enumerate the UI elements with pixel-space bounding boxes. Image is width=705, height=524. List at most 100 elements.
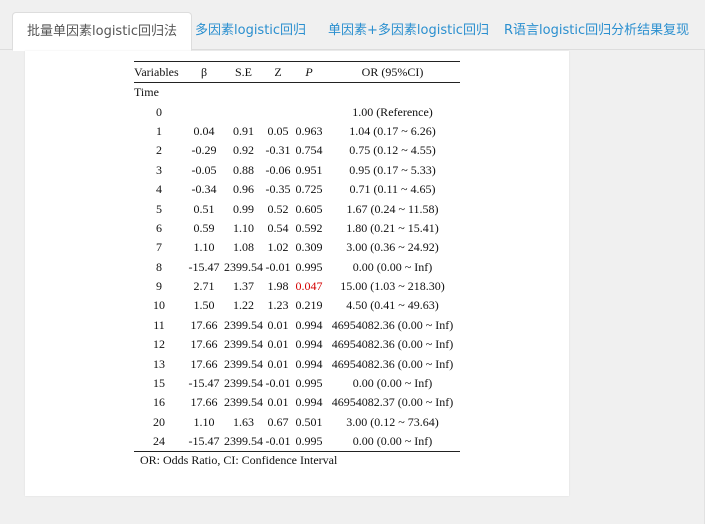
cell-se: 1.22 [233,298,254,313]
header-se: S.E [224,61,263,83]
cell-or-ci: 3.00 (0.12 ~ 73.64) [346,414,439,429]
tab-multivariate-logistic[interactable]: 多因素logistic回归 [181,12,320,50]
tab-univariate-plus-multivariate-logistic[interactable]: 单因素+多因素logistic回归 [314,12,503,50]
header-variables: Variables [134,61,184,83]
cell-level: 4 [156,182,162,197]
cell-z: 1.02 [267,240,289,255]
table-row: 9 2.71 1.37 1.98 0.047 15.00 (1.03 ~ 218.30) [134,277,460,296]
cell-se: 2399.54 [224,356,263,371]
cell-se: 2399.54 [224,432,263,453]
cell-level: 2 [156,143,162,158]
cell-z [263,102,293,121]
table-body: Time 0 1.00 (Reference) 1 0.04 0.91 0.05 0.963… [134,83,460,453]
cell-level: 1 [156,123,162,138]
cell-beta: 17.66 [190,356,218,371]
cell-or-ci: 0.00 (0.00 ~ Inf) [352,259,433,274]
table-footnote: OR: Odds Ratio, CI: Confidence Interval [140,453,338,467]
group-row: Time [134,83,460,103]
cell-beta: 1.50 [193,298,215,313]
table-row: 6 0.59 1.10 0.54 0.592 1.80 (0.21 ~ 15.41) [134,219,460,238]
cell-level: 6 [156,220,162,235]
cell-level: 24 [134,432,184,453]
cell-level: 15 [153,376,165,391]
cell-p: 0.501 [295,414,323,429]
cell-p: 0.963 [295,123,323,138]
cell-z: 0.54 [267,220,289,235]
cell-p: 0.047 [295,279,323,294]
table-row: 2 -0.29 0.92 -0.31 0.754 0.75 (0.12 ~ 4.55) [134,141,460,160]
cell-level: 16 [153,395,165,410]
header-z: Z [263,61,293,83]
cell-z: 0.01 [267,356,289,371]
cell-beta: 1.10 [193,240,215,255]
cell-beta: -0.05 [191,162,217,177]
cell-z: -0.31 [265,143,291,158]
cell-level: 9 [156,279,162,294]
cell-se: 2399.54 [224,317,263,332]
cell-level: 12 [153,337,165,352]
cell-p [293,102,325,121]
cell-beta: 2.71 [193,279,215,294]
header-or-ci: OR (95%CI) [325,61,460,83]
cell-z: 0.52 [267,201,289,216]
cell-p: 0.754 [295,143,323,158]
cell-se: 2399.54 [224,395,263,410]
cell-level: 0 [156,104,162,119]
cell-p: 0.605 [295,201,323,216]
cell-beta: 0.59 [193,220,215,235]
cell-or-ci: 15.00 (1.03 ~ 218.30) [340,279,445,294]
table-row: 15 -15.47 2399.54 -0.01 0.995 0.00 (0.00 ~ In… [134,374,460,393]
tab-batch-univariate-logistic[interactable]: 批量单因素logistic回归法 [12,12,193,51]
cell-z: -0.35 [265,182,291,197]
table-row: 5 0.51 0.99 0.52 0.605 1.67 (0.24 ~ 11.58) [134,199,460,218]
tab-r-logistic-reproduction[interactable]: R语言logistic回归分析结果复现 [490,12,703,50]
cell-beta: -15.47 [184,432,224,453]
cell-or-ci: 46954082.37 (0.00 ~ Inf) [331,395,454,410]
cell-level: 8 [156,259,162,274]
cell-or-ci: 0.71 (0.11 ~ 4.65) [349,182,436,197]
cell-level: 10 [153,298,165,313]
header-beta: β [184,61,224,83]
cell-level: 3 [156,162,162,177]
table-row: 11 17.66 2399.54 0.01 0.994 46954082.36 (0.00… [134,316,460,335]
cell-z: 0.01 [267,317,289,332]
cell-level: 11 [153,317,165,332]
cell-se: 0.92 [233,143,254,158]
table-row: 16 17.66 2399.54 0.01 0.994 46954082.37 (0.00… [134,393,460,412]
cell-beta [184,102,224,121]
cell-or-ci: 1.80 (0.21 ~ 15.41) [346,220,439,235]
cell-level: 7 [156,240,162,255]
cell-beta: 17.66 [190,317,218,332]
cell-z: 0.01 [267,395,289,410]
table-row: 10 1.50 1.22 1.23 0.219 4.50 (0.41 ~ 49.63) [134,296,460,315]
table-row: 12 17.66 2399.54 0.01 0.994 46954082.36 (0.00… [134,335,460,354]
cell-level: 20 [153,414,165,429]
cell-p: 0.994 [295,356,323,371]
cell-se: 0.96 [233,182,254,197]
cell-se: 1.08 [233,240,254,255]
cell-p: 0.592 [295,220,323,235]
table-row: 8 -15.47 2399.54 -0.01 0.995 0.00 (0.00 ~ Inf… [134,258,460,277]
cell-p: 0.951 [295,162,323,177]
cell-se: 2399.54 [224,337,263,352]
cell-se: 0.91 [233,123,254,138]
cell-z: -0.01 [263,432,293,453]
cell-p: 0.995 [293,432,325,453]
regression-table: Variables β S.E Z P OR (95%CI) Time 0 1.0… [134,61,460,453]
cell-beta: 1.10 [193,414,215,429]
cell-z: 1.23 [267,298,289,313]
group-label: Time [134,85,159,100]
cell-or-ci: 1.04 (0.17 ~ 6.26) [349,123,436,138]
cell-or-ci: 0.00 (0.00 ~ Inf) [325,432,460,453]
table-row: 7 1.10 1.08 1.02 0.309 3.00 (0.36 ~ 24.92) [134,238,460,257]
cell-or-ci: 4.50 (0.41 ~ 49.63) [346,298,439,313]
cell-or-ci: 46954082.36 (0.00 ~ Inf) [331,317,454,332]
table-header-row: Variables β S.E Z P OR (95%CI) [134,61,460,83]
cell-p: 0.995 [295,259,323,274]
table-row: 13 17.66 2399.54 0.01 0.994 46954082.36 (0.00… [134,354,460,373]
cell-p: 0.994 [295,337,323,352]
cell-se: 0.99 [233,201,254,216]
cell-p: 0.994 [295,395,323,410]
header-p: P [293,61,325,83]
cell-or-ci: 1.00 (Reference) [352,104,433,119]
